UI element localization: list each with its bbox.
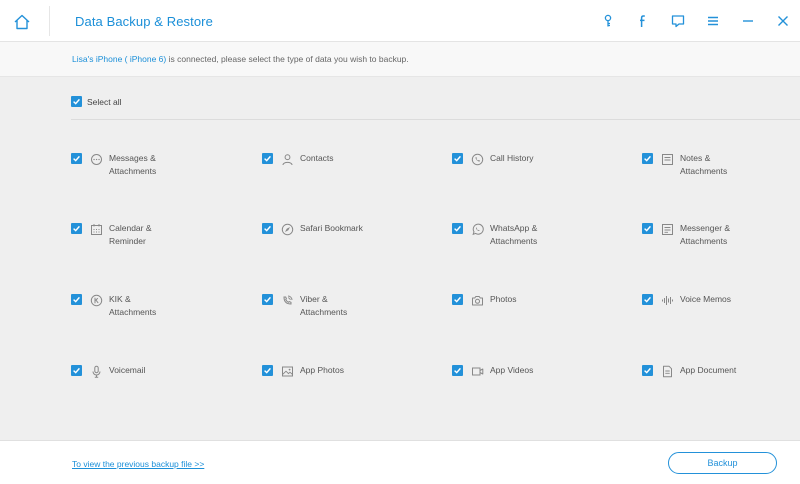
- phone-icon: [470, 152, 484, 166]
- title-bar: Data Backup & Restore: [0, 0, 800, 42]
- connection-message: Lisa's iPhone ( iPhone 6) is connected, …: [72, 54, 409, 64]
- checkbox-checked-icon[interactable]: [452, 153, 463, 164]
- checkbox-checked-icon[interactable]: [71, 153, 82, 164]
- item-label: Calendar & Reminder: [109, 223, 152, 246]
- feedback-icon[interactable]: [660, 0, 695, 42]
- footer: To view the previous backup file >> Back…: [0, 440, 800, 484]
- checkbox-checked-icon[interactable]: [452, 365, 463, 376]
- item-label: Call History: [490, 153, 534, 163]
- checkbox-checked-icon[interactable]: [642, 294, 653, 305]
- viber-icon: [280, 293, 294, 307]
- messenger-icon: [660, 222, 674, 236]
- device-name: Lisa's iPhone ( iPhone 6): [72, 54, 167, 64]
- checkbox-checked-icon[interactable]: [452, 223, 463, 234]
- checkbox-checked-icon[interactable]: [71, 365, 82, 376]
- data-type-item-notes[interactable]: Notes & Attachments: [642, 152, 800, 178]
- data-type-item-photos[interactable]: Photos: [452, 293, 637, 307]
- kik-icon: [89, 293, 103, 307]
- video-icon: [470, 364, 484, 378]
- whatsapp-icon: [470, 222, 484, 236]
- app-title: Data Backup & Restore: [75, 14, 213, 29]
- data-type-item-call-history[interactable]: Call History: [452, 152, 637, 166]
- menu-icon[interactable]: [695, 0, 730, 42]
- compass-icon: [280, 222, 294, 236]
- checkbox-checked-icon[interactable]: [642, 365, 653, 376]
- data-type-item-contacts[interactable]: Contacts: [262, 152, 447, 166]
- data-type-item-messenger[interactable]: Messenger & Attachments: [642, 222, 800, 248]
- previous-backup-link[interactable]: To view the previous backup file >>: [72, 459, 204, 469]
- notes-icon: [660, 152, 674, 166]
- checkbox-checked-icon[interactable]: [262, 153, 273, 164]
- item-label: Messenger & Attachments: [680, 223, 731, 246]
- window-controls: [590, 0, 800, 42]
- minimize-icon[interactable]: [730, 0, 765, 42]
- checkbox-checked-icon[interactable]: [262, 365, 273, 376]
- data-type-item-whatsapp[interactable]: WhatsApp & Attachments: [452, 222, 637, 248]
- item-label: Photos: [490, 294, 517, 304]
- data-type-item-app-videos[interactable]: App Videos: [452, 364, 637, 378]
- contact-icon: [280, 152, 294, 166]
- key-icon[interactable]: [590, 0, 625, 42]
- connection-text: is connected, please select the type of …: [166, 54, 409, 64]
- data-type-item-safari-bookmark[interactable]: Safari Bookmark: [262, 222, 447, 236]
- item-label: Notes & Attachments: [680, 153, 728, 176]
- item-label: Messages & Attachments: [109, 153, 157, 176]
- item-label: Safari Bookmark: [300, 223, 363, 233]
- data-type-item-calendar[interactable]: Calendar & Reminder: [71, 222, 256, 248]
- data-type-item-messages[interactable]: Messages & Attachments: [71, 152, 256, 178]
- microphone-icon: [89, 364, 103, 378]
- title-divider: [49, 6, 50, 36]
- select-all-label: Select all: [87, 96, 122, 107]
- info-bar: Lisa's iPhone ( iPhone 6) is connected, …: [0, 42, 800, 77]
- data-type-panel: Select all Messages & Attachments Contac…: [0, 77, 800, 440]
- waveform-icon: [660, 293, 674, 307]
- close-icon[interactable]: [765, 0, 800, 42]
- data-type-item-voicemail[interactable]: Voicemail: [71, 364, 256, 378]
- data-type-item-kik[interactable]: KIK & Attachments: [71, 293, 256, 319]
- checkbox-checked-icon[interactable]: [642, 223, 653, 234]
- calendar-icon: [89, 222, 103, 236]
- checkbox-checked-icon[interactable]: [71, 223, 82, 234]
- checkbox-checked-icon[interactable]: [262, 294, 273, 305]
- item-label: KIK & Attachments: [109, 294, 157, 317]
- message-icon: [89, 152, 103, 166]
- item-label: App Photos: [300, 365, 344, 375]
- item-label: Voice Memos: [680, 294, 732, 304]
- select-all-checkbox[interactable]: Select all: [71, 96, 122, 107]
- home-icon[interactable]: [12, 12, 32, 32]
- item-label: Contacts: [300, 153, 334, 163]
- item-label: WhatsApp & Attachments: [490, 223, 538, 246]
- item-label: Viber & Attachments: [300, 294, 348, 317]
- divider: [71, 119, 800, 120]
- document-icon: [660, 364, 674, 378]
- data-type-item-app-document[interactable]: App Document: [642, 364, 800, 378]
- checkbox-checked-icon[interactable]: [642, 153, 653, 164]
- backup-button[interactable]: Backup: [668, 452, 777, 474]
- data-type-item-viber[interactable]: Viber & Attachments: [262, 293, 447, 319]
- data-type-item-app-photos[interactable]: App Photos: [262, 364, 447, 378]
- checkbox-checked-icon[interactable]: [71, 96, 82, 107]
- camera-icon: [470, 293, 484, 307]
- facebook-icon[interactable]: [625, 0, 660, 42]
- image-icon: [280, 364, 294, 378]
- item-label: App Videos: [490, 365, 534, 375]
- item-label: App Document: [680, 365, 737, 375]
- item-label: Voicemail: [109, 365, 146, 375]
- data-type-item-voice-memos[interactable]: Voice Memos: [642, 293, 800, 307]
- checkbox-checked-icon[interactable]: [262, 223, 273, 234]
- checkbox-checked-icon[interactable]: [452, 294, 463, 305]
- checkbox-checked-icon[interactable]: [71, 294, 82, 305]
